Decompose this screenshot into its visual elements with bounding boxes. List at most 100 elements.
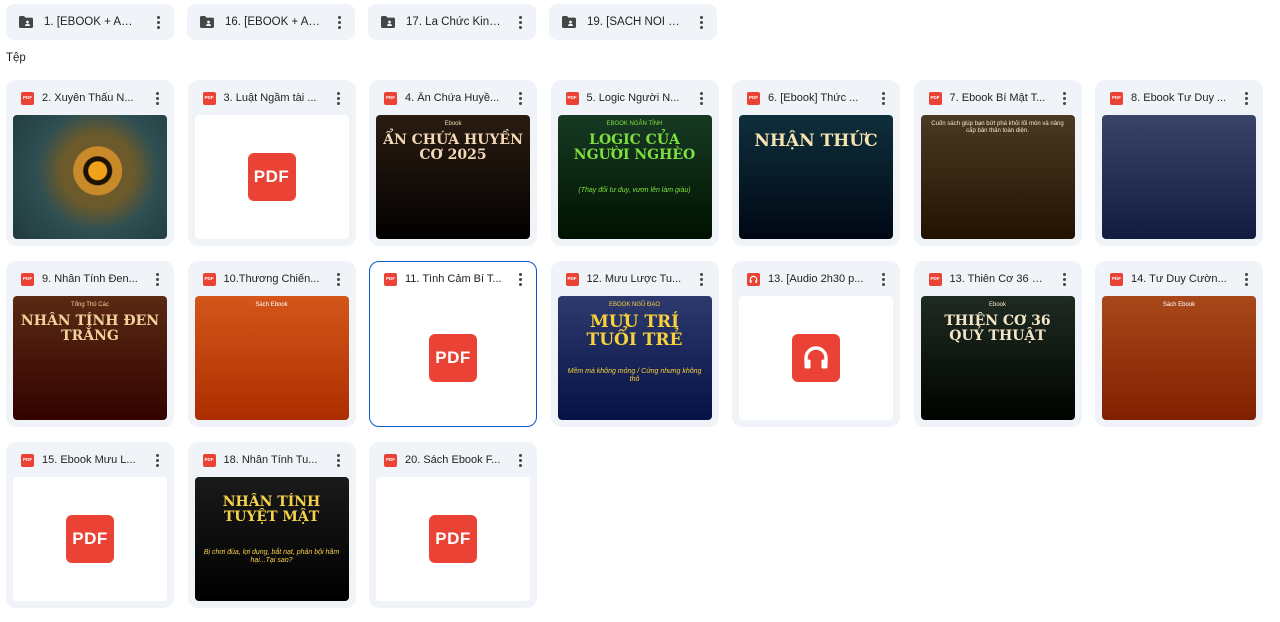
more-actions-icon[interactable]	[512, 13, 528, 31]
pdf-icon: PDF	[429, 334, 477, 382]
file-name: 15. Ebook Mưu L...	[42, 454, 136, 466]
file-name: 11. Tình Cảm Bí T...	[405, 273, 502, 285]
file-card-header: 13. [Audio 2h30 p...	[739, 262, 893, 296]
more-actions-icon[interactable]	[512, 89, 528, 107]
file-card[interactable]: PDF 3. Luật Ngầm tài ... PDF	[187, 80, 356, 246]
file-card[interactable]: PDF 13. Thiên Cơ 36 Q... Ebook THIÊN CƠ 36 …	[913, 261, 1082, 427]
file-card-header: PDF 7. Ebook Bí Mật T...	[921, 81, 1075, 115]
cover-top-text: Cuốn sách giúp bạn bứt phá khỏi lối mòn …	[931, 121, 1064, 135]
cover-title: NHẬN THỨC	[754, 131, 878, 151]
more-actions-icon[interactable]	[694, 270, 710, 288]
pdf-file-icon: PDF	[1110, 91, 1123, 105]
files-section-label: Tệp	[6, 52, 26, 64]
more-actions-icon[interactable]	[331, 451, 347, 469]
more-actions-icon[interactable]	[512, 451, 528, 469]
file-card-header: PDF 4. Ẩn Chứa Huyề...	[376, 81, 530, 115]
folder-item[interactable]: 19. [SÁCH NÓI BE...	[549, 4, 717, 40]
book-cover-art: Sách Ebook	[1102, 296, 1256, 420]
book-cover-art: Cuốn sách giúp bạn bứt phá khỏi lối mòn …	[920, 115, 1075, 239]
shared-folder-icon	[200, 16, 214, 28]
cover-top-text: EBOOK NGÂN TÍNH	[606, 121, 663, 127]
file-card-header: PDF 20. Sách Ebook F...	[376, 443, 530, 477]
pdf-icon-label: PDF	[435, 529, 471, 548]
more-actions-icon[interactable]	[331, 89, 347, 107]
more-actions-icon[interactable]	[512, 270, 528, 288]
file-card-header: PDF 15. Ebook Mưu L...	[13, 443, 167, 477]
file-name: 4. Ẩn Chứa Huyề...	[405, 92, 500, 104]
file-card[interactable]: PDF 9. Nhân Tính Đen... Tổng Thủ Các NHÂN T…	[6, 261, 174, 427]
pdf-file-icon: PDF	[1110, 272, 1123, 286]
pdf-file-icon: PDF	[928, 91, 942, 105]
more-actions-icon[interactable]	[875, 89, 891, 107]
cover-top-text: Ebook	[988, 302, 1006, 308]
file-card[interactable]: PDF 14. Tư Duy Cườn... Sách Ebook	[1095, 261, 1263, 427]
file-card-header: PDF 12. Mưu Lược Tu...	[558, 262, 712, 296]
folder-item[interactable]: 1. [EBOOK + AUD...	[6, 4, 174, 40]
file-card-header: PDF 10.Thương Chiến...	[195, 262, 349, 296]
pdf-file-icon: PDF	[384, 91, 397, 105]
file-card[interactable]: PDF 2. Xuyên Thấu N...	[6, 80, 174, 246]
file-name: 10.Thương Chiến...	[223, 273, 320, 285]
eye-cover-art	[13, 115, 167, 239]
pdf-file-icon: PDF	[21, 91, 34, 105]
book-cover-art: Ebook THIÊN CƠ 36 QUỶ THUẬT	[920, 296, 1075, 420]
folder-item[interactable]: 16. [EBOOK + AU...	[187, 4, 355, 40]
file-name: 3. Luật Ngầm tài ...	[223, 92, 317, 104]
file-card-header: PDF 5. Logic Người N...	[558, 81, 712, 115]
file-card[interactable]: PDF 6. [Ebook] Thức ... NHẬN THỨC	[732, 80, 900, 246]
file-card[interactable]: PDF 4. Ẩn Chứa Huyề... Ebook ẨN CHỨA HUYỀN …	[369, 80, 537, 246]
more-actions-icon[interactable]	[149, 270, 165, 288]
file-card[interactable]: PDF 8. Ebook Tư Duy ...	[1095, 80, 1263, 246]
more-actions-icon[interactable]	[1057, 270, 1073, 288]
pdf-file-icon: PDF	[21, 272, 34, 286]
cover-title: ẨN CHỨA HUYỀN CƠ 2025	[383, 132, 523, 163]
cover-title: MƯU TRÍ TUỔI TRẺ	[586, 312, 683, 350]
file-grid: PDF 2. Xuyên Thấu N... PDF 3. Luật Ngầm tài…	[6, 80, 1263, 608]
file-card[interactable]: PDF 5. Logic Người N... EBOOK NGÂN TÍNH LOG…	[550, 80, 719, 246]
more-actions-icon[interactable]	[150, 13, 166, 31]
cover-subtitle: (Thay đổi tư duy, vươn lên làm giàu)	[578, 187, 691, 194]
pdf-icon: PDF	[429, 515, 477, 563]
pdf-icon: PDF	[66, 515, 114, 563]
more-actions-icon[interactable]	[149, 89, 165, 107]
file-card-header: PDF 6. [Ebook] Thức ...	[739, 81, 893, 115]
pdf-file-icon: PDF	[565, 91, 579, 105]
folder-item[interactable]: 17. La Chức Kinh ...	[368, 4, 536, 40]
audio-file-icon	[747, 272, 760, 286]
folder-name: 19. [SÁCH NÓI BE...	[587, 16, 683, 28]
file-card-header: PDF 2. Xuyên Thấu N...	[13, 81, 167, 115]
more-actions-icon[interactable]	[149, 451, 165, 469]
pdf-file-icon: PDF	[202, 91, 216, 105]
pdf-file-icon: PDF	[384, 272, 397, 286]
file-thumbnail: PDF	[376, 296, 530, 420]
more-actions-icon[interactable]	[694, 89, 710, 107]
file-thumbnail	[739, 296, 893, 420]
file-card[interactable]: PDF 12. Mưu Lược Tu... EBOOK NGŨ ĐẠO MƯU TR…	[550, 261, 719, 427]
file-card[interactable]: PDF 10.Thương Chiến... Sách Ebook	[187, 261, 356, 427]
more-actions-icon[interactable]	[1238, 270, 1254, 288]
book-cover-art: NHÂN TÍNH TUYỆT MẬT Bị chơi đùa, lợi dụng…	[194, 477, 349, 601]
file-card[interactable]: PDF 18. Nhân Tính Tu... NHÂN TÍNH TUYỆT MẬ…	[187, 442, 356, 608]
book-cover-art	[1102, 115, 1256, 239]
more-actions-icon[interactable]	[1057, 89, 1073, 107]
more-actions-icon[interactable]	[693, 13, 709, 31]
file-card[interactable]: PDF 11. Tình Cảm Bí T... PDF	[369, 261, 537, 427]
file-card-header: PDF 11. Tình Cảm Bí T...	[376, 262, 530, 296]
cover-subtitle: Mềm mà không mỏng / Cứng nhưng không thô	[567, 368, 702, 384]
file-card[interactable]: PDF 15. Ebook Mưu L... PDF	[6, 442, 174, 608]
file-card[interactable]: 13. [Audio 2h30 p...	[732, 261, 900, 427]
cover-top-text: Ebook	[444, 121, 462, 127]
file-card[interactable]: PDF 7. Ebook Bí Mật T... Cuốn sách giúp bạ…	[913, 80, 1082, 246]
shared-folder-icon	[19, 16, 33, 28]
cover-top-text: Sách Ebook	[255, 302, 288, 308]
file-name: 6. [Ebook] Thức ...	[768, 92, 859, 104]
file-name: 18. Nhân Tính Tu...	[223, 454, 318, 466]
file-card-header: PDF 8. Ebook Tư Duy ...	[1102, 81, 1256, 115]
drive-file-browser: 1. [EBOOK + AUD... 16. [EBOOK + AU... 17…	[0, 0, 1280, 622]
more-actions-icon[interactable]	[331, 13, 347, 31]
more-actions-icon[interactable]	[331, 270, 347, 288]
file-card[interactable]: PDF 20. Sách Ebook F... PDF	[369, 442, 537, 608]
file-card-header: PDF 14. Tư Duy Cườn...	[1102, 262, 1256, 296]
more-actions-icon[interactable]	[875, 270, 891, 288]
more-actions-icon[interactable]	[1238, 89, 1254, 107]
